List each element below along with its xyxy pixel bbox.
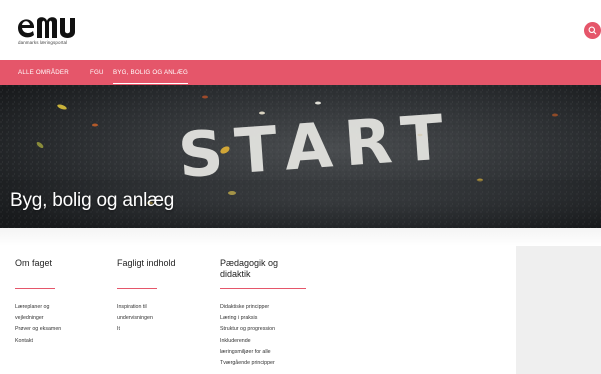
column-title-line-1: Pædagogik og xyxy=(220,258,279,268)
link-laereplaner[interactable]: Læreplaner og xyxy=(15,302,61,313)
page-title: Byg, bolig og anlæg xyxy=(10,190,175,211)
link-struktur-progression[interactable]: Struktur og progression xyxy=(220,324,275,335)
search-button[interactable] xyxy=(584,22,601,39)
site-header: danmarks læringsportal xyxy=(0,0,601,60)
column-om-faget: Om faget Læreplaner og vejledninger Prøv… xyxy=(15,258,61,344)
column-links: Inspiration til undervisningen It xyxy=(117,302,153,336)
column-links: Læreplaner og vejledninger Prøver og eks… xyxy=(15,302,61,347)
search-icon xyxy=(588,26,597,35)
column-divider xyxy=(117,288,157,289)
emu-logo-mark xyxy=(18,17,75,38)
link-inspiration[interactable]: Inspiration til xyxy=(117,302,153,313)
column-title-line-2: didaktik xyxy=(220,269,251,279)
link-vejledninger[interactable]: vejledninger xyxy=(15,313,61,324)
column-title: Om faget xyxy=(15,258,53,268)
column-divider xyxy=(220,288,306,289)
nav-item-alle-omraader[interactable]: ALLE OMRÅDER xyxy=(18,60,69,85)
column-paedagogik-didaktik: Pædagogik og didaktik Didaktiske princip… xyxy=(220,258,306,366)
section-divider xyxy=(0,228,601,246)
link-inkluderende[interactable]: Inkluderende xyxy=(220,336,275,347)
column-fagligt-indhold: Fagligt indhold Inspiration til undervis… xyxy=(117,258,176,332)
column-divider xyxy=(15,288,55,289)
link-didaktiske-principper[interactable]: Didaktiske principper xyxy=(220,302,275,313)
link-kontakt[interactable]: Kontakt xyxy=(15,336,61,347)
link-laeringsmiljoeer[interactable]: læringsmiljøer for alle xyxy=(220,347,275,358)
logo-tagline: danmarks læringsportal xyxy=(18,40,68,45)
nav-item-fgu[interactable]: FGU xyxy=(90,60,104,85)
link-tvaergaaende-principper[interactable]: Tværgående principper xyxy=(220,358,275,369)
link-laering-i-praksis[interactable]: Læring i praksis xyxy=(220,313,275,324)
hero-banner: START Byg, bolig og anlæg xyxy=(0,85,601,228)
nav-item-byg-bolig-anlaeg[interactable]: BYG, BOLIG OG ANLÆG xyxy=(113,60,188,85)
column-title: Fagligt indhold xyxy=(117,258,176,268)
main-nav: ALLE OMRÅDER FGU BYG, BOLIG OG ANLÆG xyxy=(0,60,601,85)
link-proever-eksamen[interactable]: Prøver og eksamen xyxy=(15,324,61,335)
emu-logo[interactable]: danmarks læringsportal xyxy=(16,12,96,48)
column-links: Didaktiske principper Læring i praksis S… xyxy=(220,302,275,369)
sidebar-panel xyxy=(516,246,601,374)
link-it[interactable]: It xyxy=(117,324,153,335)
link-undervisningen[interactable]: undervisningen xyxy=(117,313,153,324)
